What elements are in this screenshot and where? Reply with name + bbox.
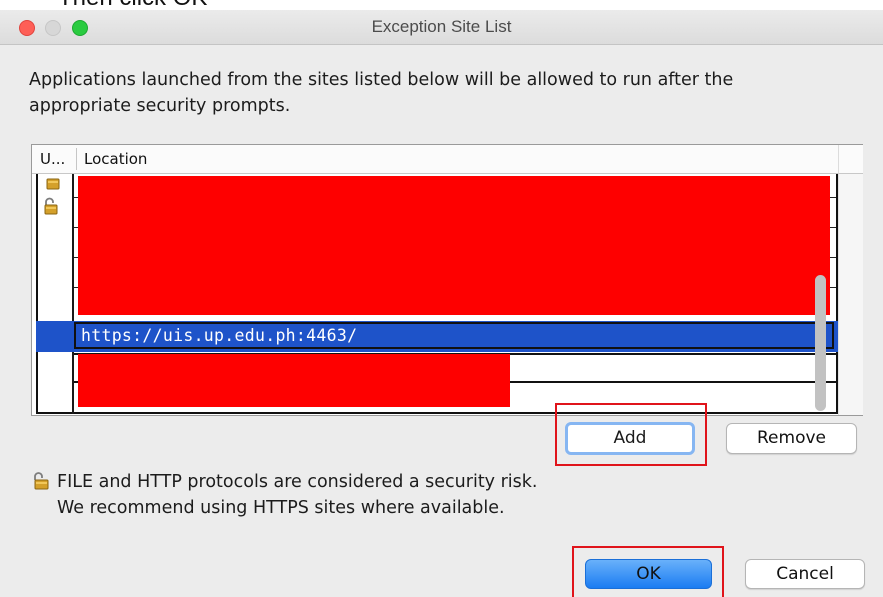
vertical-scrollbar-thumb[interactable] [815,275,826,411]
column-separator [72,174,74,414]
column-header-u[interactable]: U... [40,150,65,168]
selected-location-text: https://uis.up.edu.ph:4463/ [81,326,358,345]
warning-line-1: FILE and HTTP protocols are considered a… [57,472,538,492]
cancel-button[interactable]: Cancel [745,559,865,589]
vertical-scrollbar-track[interactable] [838,174,863,415]
window-title: Exception Site List [371,17,512,36]
unlocked-padlock-icon [44,197,58,215]
cropped-instruction-text: Then click OK [0,0,883,10]
table-header: U... Location [32,145,838,174]
unlocked-padlock-icon [34,472,49,490]
exception-site-table: U... Location https://uis.up.edu.ph:4463… [31,144,863,416]
redacted-location-rows [78,354,510,407]
security-warning: FILE and HTTP protocols are considered a… [57,469,537,521]
warning-line-2: We recommend using HTTPS sites where ava… [57,498,505,518]
intro-text: Applications launched from the sites lis… [29,70,734,116]
ok-button[interactable]: OK [585,559,712,589]
column-header-location[interactable]: Location [84,150,147,168]
remove-button[interactable]: Remove [726,423,857,454]
add-button[interactable]: Add [565,422,695,455]
unlocked-padlock-icon [46,178,60,190]
table-header-corner [838,145,863,174]
column-divider [76,148,77,170]
redacted-location-rows [78,176,830,315]
title-bar: Exception Site List [0,10,883,45]
